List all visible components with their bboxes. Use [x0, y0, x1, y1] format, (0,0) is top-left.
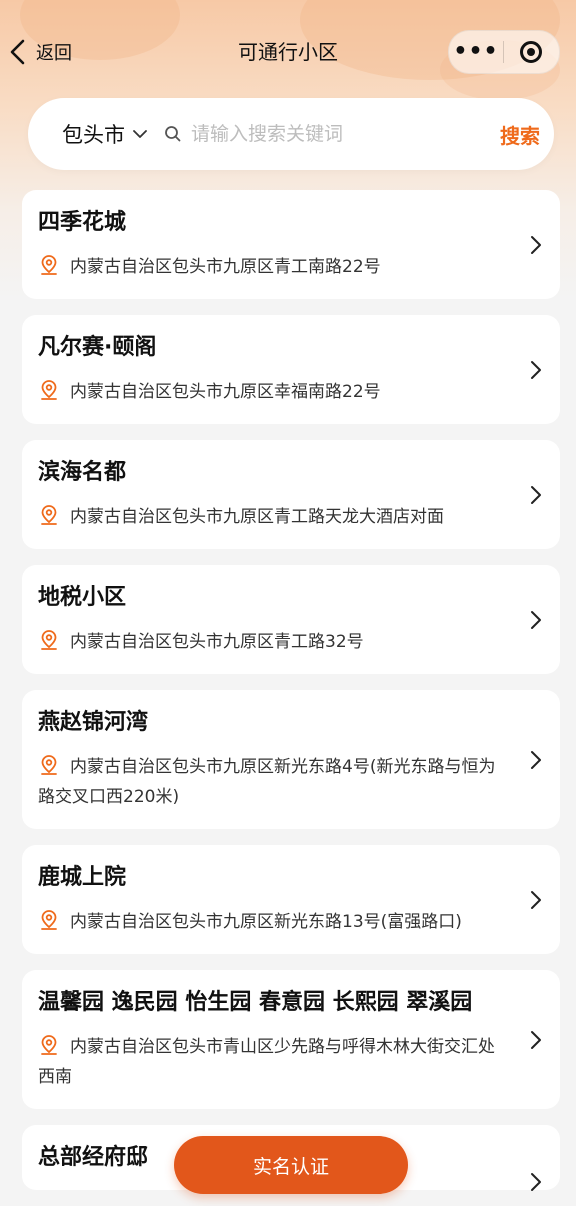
search-input[interactable] [189, 122, 473, 146]
real-name-verify-button[interactable]: 实名认证 [174, 1136, 408, 1194]
community-name: 地税小区 [38, 585, 127, 610]
location-pin-icon [41, 380, 57, 400]
chevron-right-icon [531, 1030, 541, 1049]
community-card[interactable]: 四季花城 内蒙古自治区包头市九原区青工南路22号 [22, 190, 560, 299]
mini-program-capsule: ••• [448, 30, 560, 74]
chevron-right-icon [531, 890, 541, 909]
community-card[interactable]: 地税小区 内蒙古自治区包头市九原区青工路32号 [22, 565, 560, 674]
location-pin-icon [41, 630, 57, 650]
location-pin-icon [41, 910, 57, 930]
community-name: 鹿城上院 [38, 865, 127, 890]
location-pin-icon [41, 255, 57, 275]
search-icon [165, 126, 181, 142]
more-dots-icon[interactable]: ••• [449, 31, 503, 73]
community-name: 凡尔赛·颐阁 [38, 335, 157, 360]
chevron-right-icon [531, 360, 541, 379]
community-name: 温馨园 逸民园 怡生园 春意园 长熙园 翠溪园 [38, 990, 473, 1015]
target-close-icon[interactable] [504, 41, 558, 63]
chevron-right-icon [531, 750, 541, 769]
location-pin-icon [41, 755, 57, 775]
chevron-right-icon [531, 485, 541, 504]
nav-bar: 返回 可通行小区 ••• [0, 22, 576, 82]
city-label: 包头市 [62, 123, 125, 147]
chevron-right-icon [531, 235, 541, 254]
community-card[interactable]: 滨海名都 内蒙古自治区包头市九原区青工路天龙大酒店对面 [22, 440, 560, 549]
community-address: 内蒙古自治区包头市九原区新光东路13号(富强路口) [38, 907, 510, 937]
location-pin-icon [41, 505, 57, 525]
community-name: 滨海名都 [38, 460, 127, 485]
community-card[interactable]: 燕赵锦河湾 内蒙古自治区包头市九原区新光东路4号(新光东路与恒为路交叉口西220… [22, 690, 560, 829]
community-address: 内蒙古自治区包头市九原区青工路天龙大酒店对面 [38, 502, 510, 532]
community-address: 内蒙古自治区包头市九原区青工路32号 [38, 627, 510, 657]
community-address: 内蒙古自治区包头市九原区新光东路4号(新光东路与恒为路交叉口西220米) [38, 752, 510, 812]
location-pin-icon [41, 1035, 57, 1055]
community-address: 内蒙古自治区包头市青山区少先路与呼得木林大街交汇处西南 [38, 1032, 510, 1092]
search-button[interactable]: 搜索 [500, 120, 540, 149]
chevron-down-icon [133, 130, 147, 138]
community-name: 燕赵锦河湾 [38, 710, 149, 735]
community-card[interactable]: 温馨园 逸民园 怡生园 春意园 长熙园 翠溪园 内蒙古自治区包头市青山区少先路与… [22, 970, 560, 1109]
chevron-right-icon [531, 1173, 541, 1191]
community-card[interactable]: 鹿城上院 内蒙古自治区包头市九原区新光东路13号(富强路口) [22, 845, 560, 954]
community-list: 四季花城 内蒙古自治区包头市九原区青工南路22号 凡尔赛·颐阁 内蒙古自治区包头… [22, 190, 560, 1206]
community-card[interactable]: 凡尔赛·颐阁 内蒙古自治区包头市九原区幸福南路22号 [22, 315, 560, 424]
chevron-right-icon [531, 610, 541, 629]
city-selector[interactable]: 包头市 [62, 119, 147, 149]
community-address: 内蒙古自治区包头市九原区青工南路22号 [38, 252, 510, 282]
community-address: 内蒙古自治区包头市九原区幸福南路22号 [38, 377, 510, 407]
community-name: 四季花城 [38, 210, 127, 235]
search-bar: 包头市 搜索 [28, 98, 554, 170]
